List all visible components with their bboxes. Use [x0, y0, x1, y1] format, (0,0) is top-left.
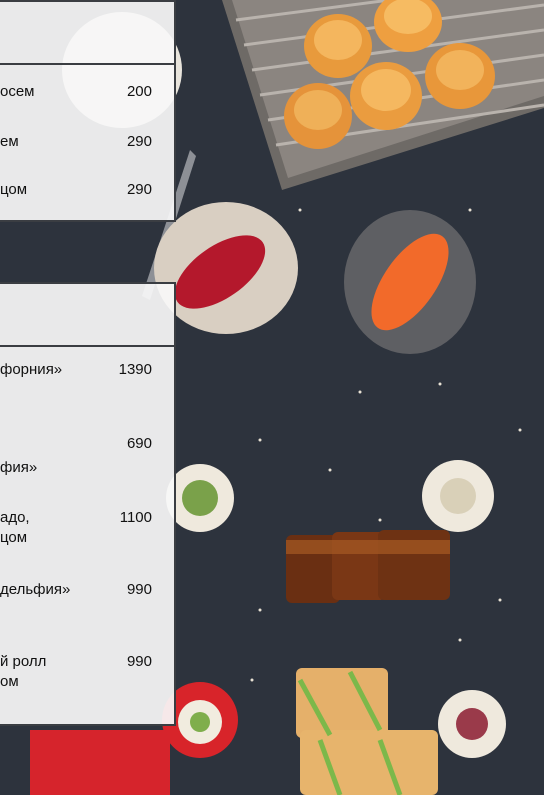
menu-item: цом 290 — [0, 180, 174, 200]
menu-item-price: 290 — [126, 133, 152, 150]
menu-item-price: 290 — [126, 181, 152, 198]
menu-item: ем 290 — [0, 132, 174, 152]
menu-item-price: 990 — [126, 581, 152, 598]
menu-item-price: 200 — [126, 83, 152, 100]
menu-item: адо, цом 1100 — [0, 508, 174, 548]
menu-item: дельфия» 990 — [0, 580, 174, 600]
eel-rolls — [286, 530, 450, 603]
menu-item: фия» 690 — [0, 434, 174, 478]
menu-item-name: ем — [0, 133, 19, 150]
menu-item-price: 690 — [126, 435, 152, 452]
menu-item: осем 200 — [0, 82, 174, 102]
menu-item-name: цом — [0, 181, 28, 198]
menu-item-price: 1100 — [119, 509, 152, 526]
menu-panel-top: осем 200 ем 290 цом 290 — [0, 0, 176, 222]
menu-item-name: адо, цом — [0, 509, 30, 546]
menu-item-price: 990 — [126, 653, 152, 670]
menu-panel-top-header — [0, 2, 174, 65]
menu-item-price: 1390 — [118, 361, 152, 378]
menu-item: й ролл ом 990 — [0, 652, 174, 692]
menu-item: форния» 1390 — [0, 360, 174, 380]
menu-item-name: форния» — [0, 361, 63, 378]
menu-item-name: осем — [0, 83, 35, 100]
menu-item-name: фия» — [0, 459, 38, 476]
menu-panel-bottom: форния» 1390 фия» 690 адо, цом 1100 дель… — [0, 282, 176, 726]
menu-item-name: й ролл ом — [0, 653, 47, 690]
menu-item-name: дельфия» — [0, 581, 71, 598]
menu-panel-bottom-header — [0, 284, 174, 347]
